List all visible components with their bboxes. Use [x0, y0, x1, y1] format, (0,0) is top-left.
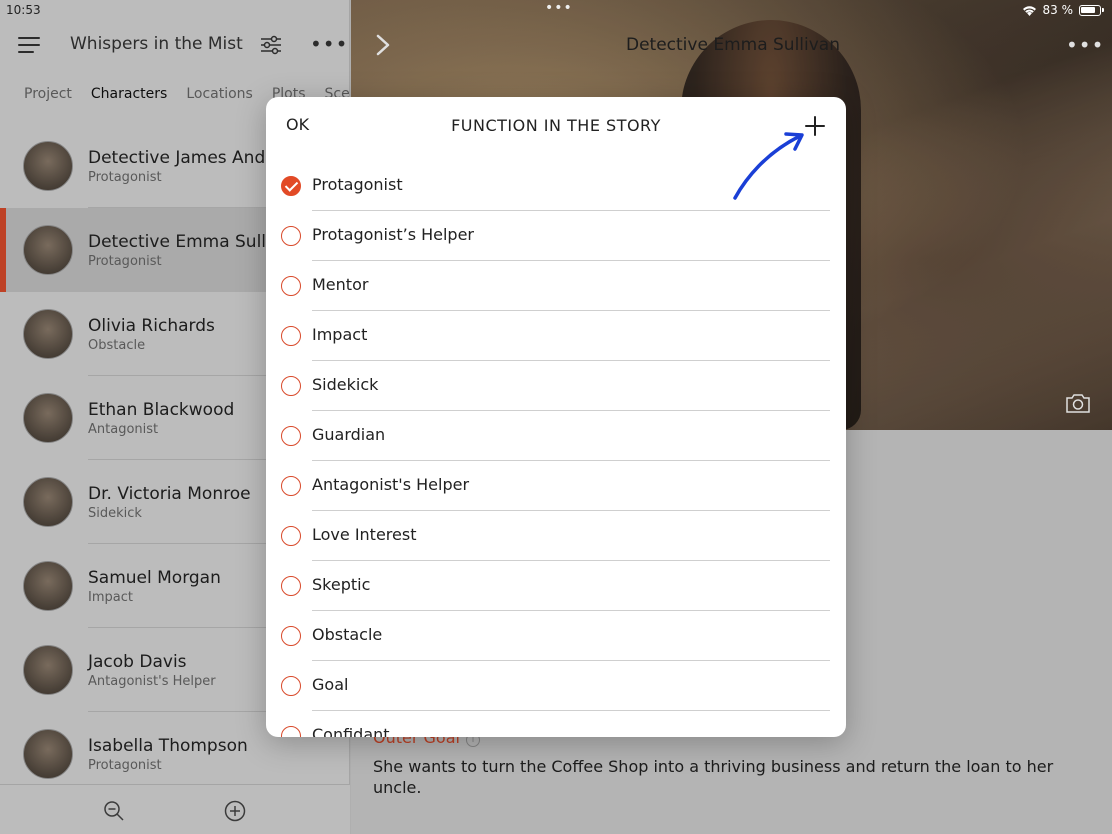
status-right: 83 % [1022, 3, 1104, 17]
radio[interactable] [281, 676, 301, 696]
option-label: Guardian [312, 425, 386, 444]
option-protagonists-helper[interactable]: Protagonist’s Helper [266, 211, 846, 261]
option-label: Protagonist [312, 175, 403, 194]
option-goal[interactable]: Goal [266, 661, 846, 711]
battery-tip [1102, 8, 1104, 12]
battery-icon [1079, 4, 1101, 16]
radio[interactable] [281, 476, 301, 496]
radio[interactable] [281, 226, 301, 246]
option-impact[interactable]: Impact [266, 311, 846, 361]
option-label: Goal [312, 675, 349, 694]
option-mentor[interactable]: Mentor [266, 261, 846, 311]
radio[interactable] [281, 276, 301, 296]
option-label: Skeptic [312, 575, 371, 594]
option-obstacle[interactable]: Obstacle [266, 611, 846, 661]
radio[interactable] [281, 426, 301, 446]
radio[interactable] [281, 526, 301, 546]
function-options-list: Protagonist Protagonist’s Helper Mentor … [266, 161, 846, 737]
status-bar: 10:53 ••• 83 % [0, 0, 1112, 22]
annotation-arrow-icon [733, 132, 804, 200]
wifi-icon [1022, 5, 1036, 16]
option-skeptic[interactable]: Skeptic [266, 561, 846, 611]
option-love-interest[interactable]: Love Interest [266, 511, 846, 561]
radio[interactable] [281, 726, 301, 737]
option-label: Obstacle [312, 625, 383, 644]
option-confidant[interactable]: Confidant [266, 711, 846, 737]
battery-percent: 83 % [1042, 3, 1074, 17]
status-time: 10:53 [6, 3, 41, 17]
option-guardian[interactable]: Guardian [266, 411, 846, 461]
option-antagonists-helper[interactable]: Antagonist's Helper [266, 461, 846, 511]
radio-checked[interactable] [281, 176, 301, 196]
option-sidekick[interactable]: Sidekick [266, 361, 846, 411]
option-label: Love Interest [312, 525, 417, 544]
multitasking-dots-icon[interactable]: ••• [545, 0, 573, 16]
option-label: Confidant [312, 725, 390, 737]
radio[interactable] [281, 376, 301, 396]
option-label: Protagonist’s Helper [312, 225, 475, 244]
option-label: Mentor [312, 275, 369, 294]
radio[interactable] [281, 326, 301, 346]
radio[interactable] [281, 626, 301, 646]
option-label: Antagonist's Helper [312, 475, 470, 494]
option-label: Sidekick [312, 375, 379, 394]
option-label: Impact [312, 325, 368, 344]
radio[interactable] [281, 576, 301, 596]
